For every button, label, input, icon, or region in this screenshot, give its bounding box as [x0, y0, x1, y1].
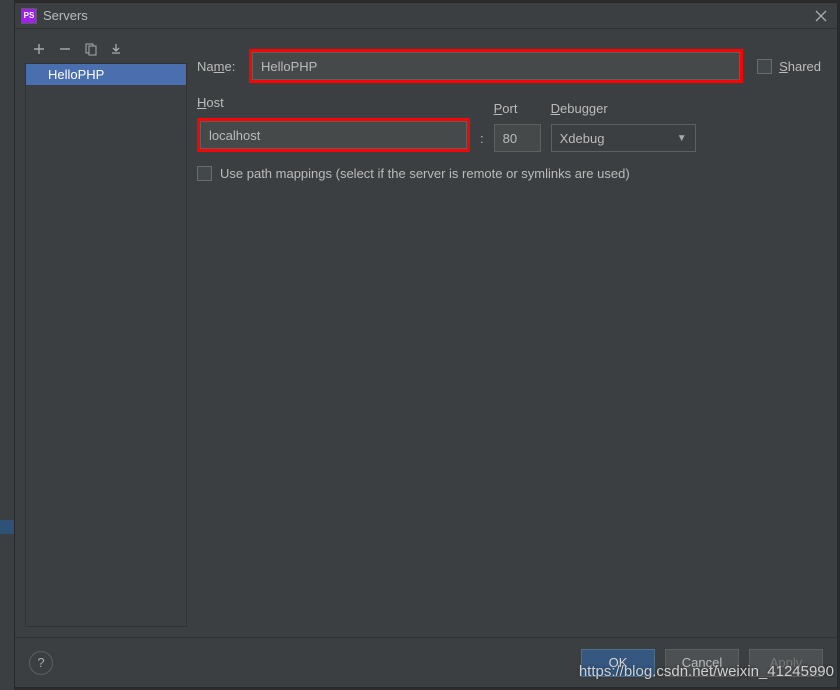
- name-row: Name: Shared: [197, 49, 821, 83]
- debugger-column: Debugger Xdebug ▼: [551, 101, 696, 152]
- ok-button[interactable]: OK: [581, 649, 655, 677]
- dialog-body: HelloPHP Name: Shared Host: [15, 29, 837, 637]
- name-input[interactable]: [252, 52, 740, 80]
- host-column: Host: [197, 95, 470, 152]
- name-input-highlight: [249, 49, 743, 83]
- copy-icon: [84, 42, 98, 56]
- port-column: Port: [494, 101, 541, 152]
- list-item[interactable]: HelloPHP: [26, 64, 186, 85]
- host-input-highlight: [197, 118, 470, 152]
- copy-button[interactable]: [83, 41, 99, 57]
- host-input[interactable]: [200, 121, 467, 149]
- path-mappings-checkbox[interactable]: [197, 166, 212, 181]
- path-mappings-label: Use path mappings (select if the server …: [220, 166, 630, 181]
- help-button[interactable]: ?: [29, 651, 53, 675]
- shared-label: Shared: [779, 59, 821, 74]
- host-label: Host: [197, 95, 470, 110]
- remove-icon: [58, 42, 72, 56]
- list-toolbar: [25, 39, 187, 63]
- add-button[interactable]: [31, 41, 47, 57]
- port-input[interactable]: [494, 124, 541, 152]
- dialog-footer: ? OK Cancel Apply: [15, 637, 837, 687]
- shared-checkbox[interactable]: [757, 59, 772, 74]
- apply-button[interactable]: Apply: [749, 649, 823, 677]
- remove-button[interactable]: [57, 41, 73, 57]
- titlebar: PS Servers: [15, 3, 837, 29]
- shared-wrap: Shared: [757, 59, 821, 74]
- server-form: Name: Shared Host : Port: [197, 39, 821, 627]
- servers-dialog: PS Servers HelloPHP: [14, 2, 838, 688]
- window-title: Servers: [43, 8, 811, 23]
- cancel-button[interactable]: Cancel: [665, 649, 739, 677]
- app-icon: PS: [21, 8, 37, 24]
- chevron-down-icon: ▼: [677, 133, 687, 144]
- server-list-panel: HelloPHP: [25, 39, 187, 627]
- name-label: Name:: [197, 59, 249, 74]
- close-icon: [815, 10, 827, 22]
- import-icon: [110, 42, 124, 56]
- path-mappings-row: Use path mappings (select if the server …: [197, 166, 821, 181]
- colon-separator: :: [480, 124, 484, 152]
- add-icon: [32, 42, 46, 56]
- background-strip: [0, 0, 14, 690]
- debugger-label: Debugger: [551, 101, 696, 116]
- host-port-debugger-row: Host : Port Debugger Xdebug ▼: [197, 95, 821, 152]
- server-list[interactable]: HelloPHP: [25, 63, 187, 627]
- background-selection-strip: [0, 520, 14, 534]
- import-button[interactable]: [109, 41, 125, 57]
- debugger-value: Xdebug: [560, 131, 605, 146]
- close-button[interactable]: [811, 6, 831, 26]
- debugger-select[interactable]: Xdebug ▼: [551, 124, 696, 152]
- port-label: Port: [494, 101, 541, 116]
